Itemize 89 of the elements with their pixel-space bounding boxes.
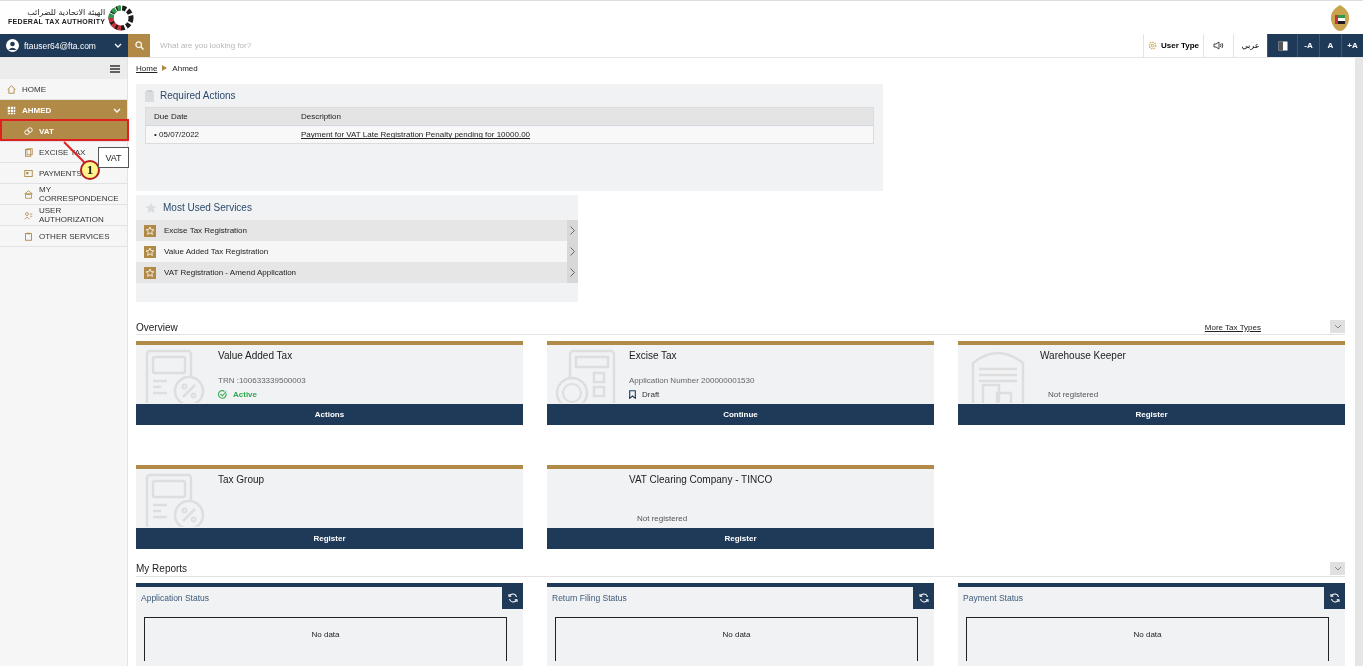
service-item[interactable]: Value Added Tax Registration bbox=[136, 241, 578, 263]
panel-title: Required Actions bbox=[160, 90, 236, 102]
card-action-button[interactable]: Register bbox=[136, 528, 523, 550]
font-size-button[interactable]: A bbox=[1319, 34, 1341, 57]
card-title: Excise Tax bbox=[629, 350, 678, 362]
refresh-button[interactable] bbox=[1324, 587, 1345, 609]
refresh-button[interactable] bbox=[913, 587, 934, 609]
breadcrumb-link[interactable]: Home bbox=[136, 63, 158, 73]
avatar-icon bbox=[6, 39, 19, 52]
star-icon bbox=[145, 201, 157, 214]
person-icon bbox=[24, 210, 33, 220]
font-size-button[interactable]: -A bbox=[1297, 34, 1319, 57]
font-size-button[interactable]: +A bbox=[1341, 34, 1363, 57]
column-header: Due Date bbox=[153, 112, 189, 122]
card-action-button[interactable]: Actions bbox=[136, 404, 523, 426]
logo-arabic-text: الهيئة الاتحادية للضرائب bbox=[27, 9, 106, 19]
calculator-icon bbox=[556, 347, 618, 404]
breadcrumb-current: Ahmed bbox=[172, 63, 198, 73]
chevron-down-icon bbox=[114, 43, 122, 48]
star-icon bbox=[144, 266, 156, 279]
caret-right-icon bbox=[162, 65, 168, 72]
chevron-down-icon bbox=[113, 107, 121, 113]
empty-message: No data bbox=[311, 630, 340, 641]
callout-tooltip: VAT bbox=[98, 147, 129, 168]
chevron-down-icon bbox=[1333, 566, 1342, 571]
star-icon bbox=[144, 245, 156, 258]
gear-icon bbox=[1147, 41, 1157, 50]
clipboard-icon bbox=[24, 231, 33, 241]
bookmark-icon bbox=[629, 390, 636, 400]
column-header: Description bbox=[301, 112, 341, 122]
card-action-button[interactable]: Register bbox=[547, 528, 934, 550]
scrollbar[interactable] bbox=[1355, 58, 1363, 666]
status-label: Not registered bbox=[637, 514, 688, 524]
section-title: My Reports bbox=[136, 563, 188, 575]
service-item[interactable]: VAT Registration - Amend Application bbox=[136, 262, 578, 284]
home-icon bbox=[7, 84, 16, 94]
status-label: Active bbox=[233, 390, 257, 400]
document-percent-icon bbox=[145, 471, 207, 528]
document-icon bbox=[24, 147, 33, 157]
card-icon bbox=[24, 168, 33, 178]
search-button[interactable] bbox=[128, 34, 150, 57]
document-percent-icon bbox=[145, 347, 207, 404]
building-icon bbox=[24, 189, 33, 199]
refresh-button[interactable] bbox=[502, 587, 523, 609]
refresh-icon bbox=[918, 593, 929, 603]
table-cell-text: • 05/07/2022 bbox=[153, 130, 201, 140]
speaker-icon bbox=[1213, 41, 1224, 50]
section-title: Overview bbox=[136, 321, 178, 333]
report-title: Payment Status bbox=[962, 593, 1024, 603]
card-detail: Application Number 200000001530 bbox=[629, 376, 756, 386]
collapse-button[interactable] bbox=[1330, 320, 1345, 334]
description-link[interactable]: Payment for VAT Late Registration Penalty pending for 10000.00 bbox=[301, 130, 531, 140]
emblem-icon bbox=[1329, 3, 1351, 32]
refresh-icon bbox=[1329, 593, 1340, 603]
nav-item[interactable]: USER AUTHORIZATION bbox=[0, 205, 127, 226]
more-tax-types-link[interactable]: More Tax Types bbox=[1204, 322, 1261, 332]
logo-icon bbox=[108, 4, 135, 31]
card-action-button[interactable]: Continue bbox=[547, 404, 934, 426]
card-action-button[interactable]: Register bbox=[958, 404, 1345, 426]
report-title: Return Filing Status bbox=[551, 593, 628, 603]
card-title: VAT Clearing Company - TINCO bbox=[629, 474, 774, 486]
collapse-button[interactable] bbox=[1330, 562, 1345, 575]
star-icon bbox=[144, 224, 156, 237]
chevron-right-icon bbox=[570, 226, 575, 236]
nav-item[interactable]: OTHER SERVICES bbox=[0, 226, 127, 247]
card-title: Tax Group bbox=[218, 474, 266, 486]
card-detail: TRN :100633339500003 bbox=[218, 376, 307, 386]
status-label: Draft bbox=[642, 390, 660, 400]
contrast-button[interactable] bbox=[1267, 34, 1297, 57]
panel-title: Most Used Services bbox=[163, 202, 252, 214]
card-title: Warehouse Keeper bbox=[1040, 350, 1127, 362]
empty-message: No data bbox=[722, 630, 751, 641]
report-title: Application Status bbox=[140, 593, 211, 603]
check-circle-icon bbox=[218, 390, 227, 400]
chevron-right-icon bbox=[570, 268, 575, 278]
card-title: Value Added Tax bbox=[218, 350, 294, 362]
service-item[interactable]: Excise Tax Registration bbox=[136, 220, 578, 242]
clipboard-icon bbox=[145, 89, 154, 102]
menu-icon[interactable] bbox=[110, 64, 120, 73]
refresh-icon bbox=[507, 593, 518, 603]
empty-message: No data bbox=[1133, 630, 1162, 641]
user-menu[interactable]: ftauser64@fta.com bbox=[0, 34, 128, 57]
status-label: Not registered bbox=[1048, 390, 1099, 400]
grid-icon bbox=[7, 105, 16, 115]
contrast-icon bbox=[1277, 40, 1288, 51]
nav-item[interactable]: MY CORRESPONDENCE bbox=[0, 184, 127, 205]
search-icon bbox=[134, 41, 144, 50]
chevron-down-icon bbox=[1333, 324, 1342, 330]
chevron-right-icon bbox=[570, 247, 575, 257]
